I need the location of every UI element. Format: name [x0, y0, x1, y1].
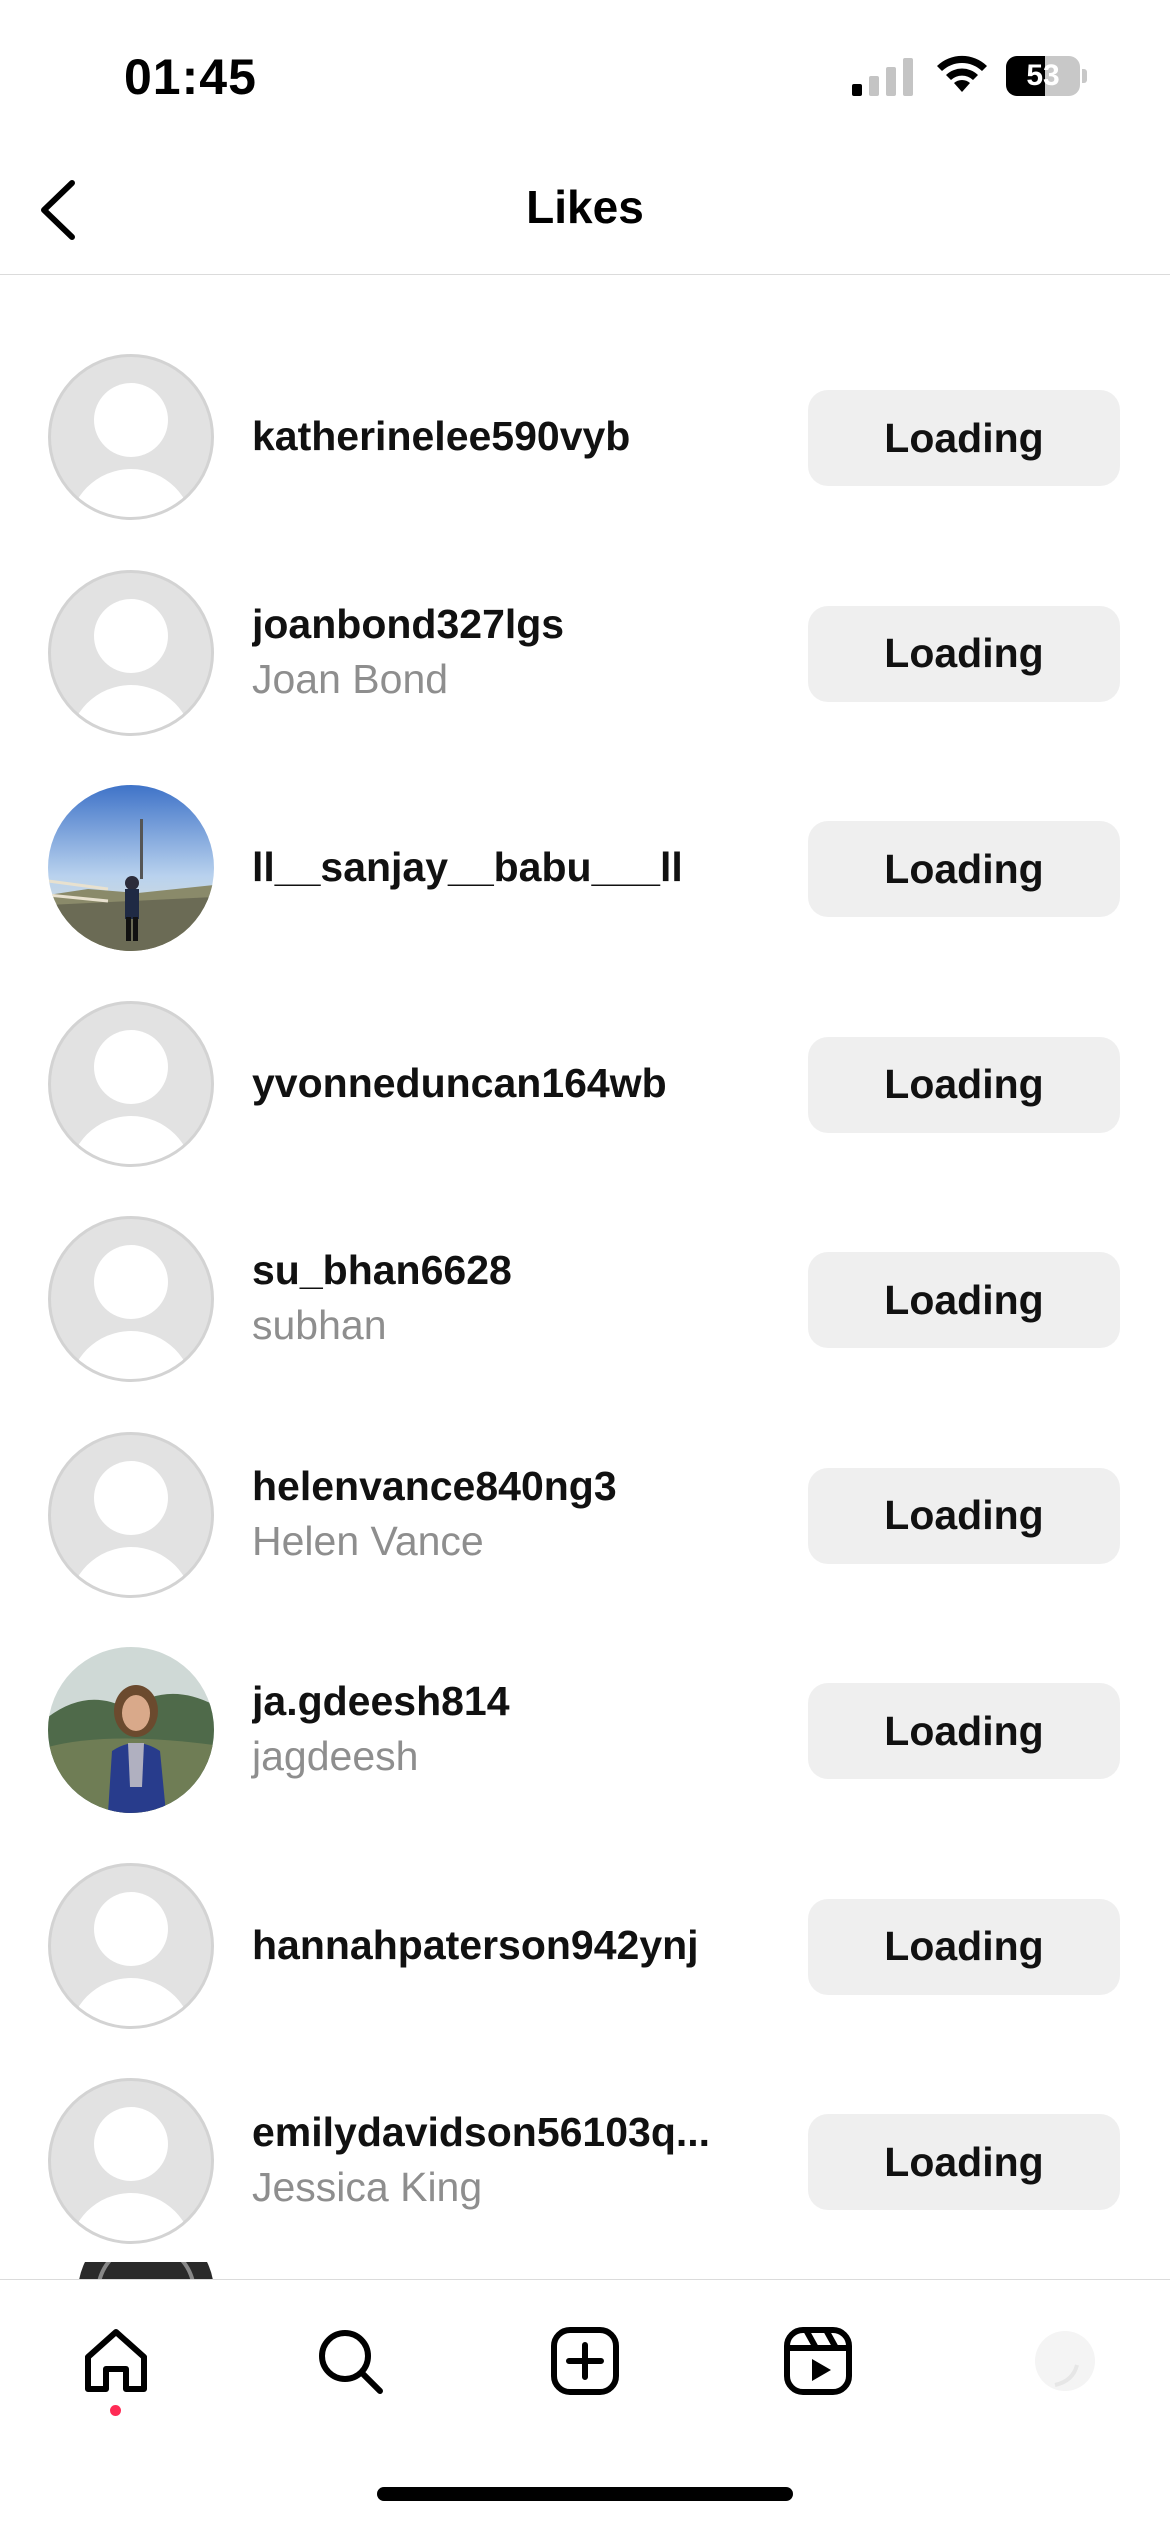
user-text: hannahpaterson942ynj	[252, 1837, 772, 2053]
list-item[interactable]: helenvance840ng3 Helen Vance Loading	[0, 1406, 1170, 1622]
follow-status-button[interactable]: Loading	[808, 821, 1120, 917]
follow-status-button[interactable]: Loading	[808, 1683, 1120, 1779]
notification-dot	[110, 2405, 121, 2416]
nav-reels[interactable]	[773, 2316, 863, 2406]
cellular-signal-icon	[852, 58, 913, 96]
avatar[interactable]	[48, 1862, 214, 2029]
avatar[interactable]	[48, 354, 214, 520]
status-time: 01:45	[124, 49, 257, 105]
user-text: joanbond327lgs Joan Bond	[252, 544, 772, 760]
page-title: Likes	[526, 181, 644, 233]
full-name: Joan Bond	[252, 655, 449, 702]
user-text: emilydavidson56103q... Jessica King	[252, 2052, 772, 2268]
list-item[interactable]: yvonneduncan164wb Loading	[0, 975, 1170, 1191]
create-icon	[551, 2327, 619, 2395]
follow-status-button[interactable]: Loading	[808, 1898, 1120, 1995]
reels-icon	[784, 2327, 852, 2395]
user-text: yvonneduncan164wb	[252, 975, 772, 1191]
follow-status-button[interactable]: Loading	[808, 2114, 1120, 2210]
list-item[interactable]: hannahpaterson942ynj Loading	[0, 1837, 1170, 2053]
home-icon	[85, 2329, 147, 2392]
username[interactable]: helenvance840ng3	[252, 1459, 772, 1513]
nav-search[interactable]	[305, 2316, 395, 2406]
avatar[interactable]	[48, 569, 214, 736]
nav-create[interactable]	[540, 2316, 630, 2406]
list-item[interactable]: ll__sanjay__babu___ll Loading	[0, 759, 1170, 975]
user-text: helenvance840ng3 Helen Vance	[252, 1406, 772, 1622]
avatar[interactable]	[48, 2078, 214, 2244]
user-text: su_bhan6628subhan	[252, 1190, 772, 1406]
battery-level: 53	[1026, 59, 1060, 92]
avatar[interactable]	[48, 1431, 214, 1598]
username[interactable]: ja.gdeesh814	[252, 1674, 772, 1728]
username[interactable]: emilydavidson56103q...	[252, 2105, 772, 2159]
username[interactable]: ll__sanjay__babu___ll	[252, 840, 772, 894]
follow-status-button[interactable]: Loading	[808, 1467, 1120, 1564]
profile-icon	[1035, 2331, 1095, 2391]
avatar[interactable]	[48, 1647, 214, 1813]
avatar[interactable]	[48, 1000, 214, 1167]
list-item[interactable]: emilydavidson56103q... Jessica King Loadin…	[0, 2052, 1170, 2268]
list-item[interactable]: joanbond327lgs Joan Bond Loading	[0, 544, 1170, 760]
follow-status-button[interactable]: Loading	[808, 1252, 1120, 1348]
follow-status-button[interactable]: Loading	[808, 605, 1120, 702]
user-text: ll__sanjay__babu___ll	[252, 759, 772, 975]
battery-icon: 53	[1006, 56, 1087, 96]
nav-home[interactable]	[71, 2316, 161, 2406]
back-button[interactable]	[18, 170, 98, 250]
nav-profile[interactable]	[1020, 2316, 1110, 2406]
username[interactable]: su_bhan6628	[252, 1243, 772, 1297]
full-name: Helen Vance	[252, 1517, 484, 1564]
header: Likes	[0, 150, 1170, 275]
full-name: Jessica King	[252, 2164, 483, 2210]
list-item[interactable]: ja.gdeesh814 jagdeesh Loading	[0, 1621, 1170, 1837]
follow-status-button[interactable]: Loading	[808, 390, 1120, 486]
follow-status-button[interactable]: Loading	[808, 1036, 1120, 1133]
list-item[interactable]: su_bhan6628subhan Loading	[0, 1190, 1170, 1406]
username[interactable]: hannahpaterson942ynj	[252, 1918, 772, 1972]
user-text: ja.gdeesh814 jagdeesh	[252, 1621, 772, 1837]
chevron-left-icon	[41, 180, 75, 240]
username[interactable]: joanbond327lgs	[252, 597, 772, 651]
username[interactable]: yvonneduncan164wb	[252, 1056, 772, 1110]
avatar[interactable]	[48, 785, 214, 951]
list-item[interactable]: katherinelee590vyb Loading	[0, 328, 1170, 544]
user-text: katherinelee590vyb	[252, 328, 772, 544]
full-name: jagdeesh	[252, 1733, 419, 1779]
search-icon	[319, 2330, 383, 2394]
full-name: subhan	[252, 1302, 387, 1348]
partial-avatar-edge	[78, 2262, 214, 2279]
home-indicator[interactable]	[377, 2487, 793, 2501]
username[interactable]: katherinelee590vyb	[252, 409, 772, 463]
status-bar: 01:45 53	[0, 0, 1170, 150]
wifi-icon	[937, 55, 987, 92]
likes-list[interactable]: katherinelee590vyb Loading joanbond327lgs J…	[0, 274, 1170, 2279]
avatar[interactable]	[48, 1216, 214, 1382]
